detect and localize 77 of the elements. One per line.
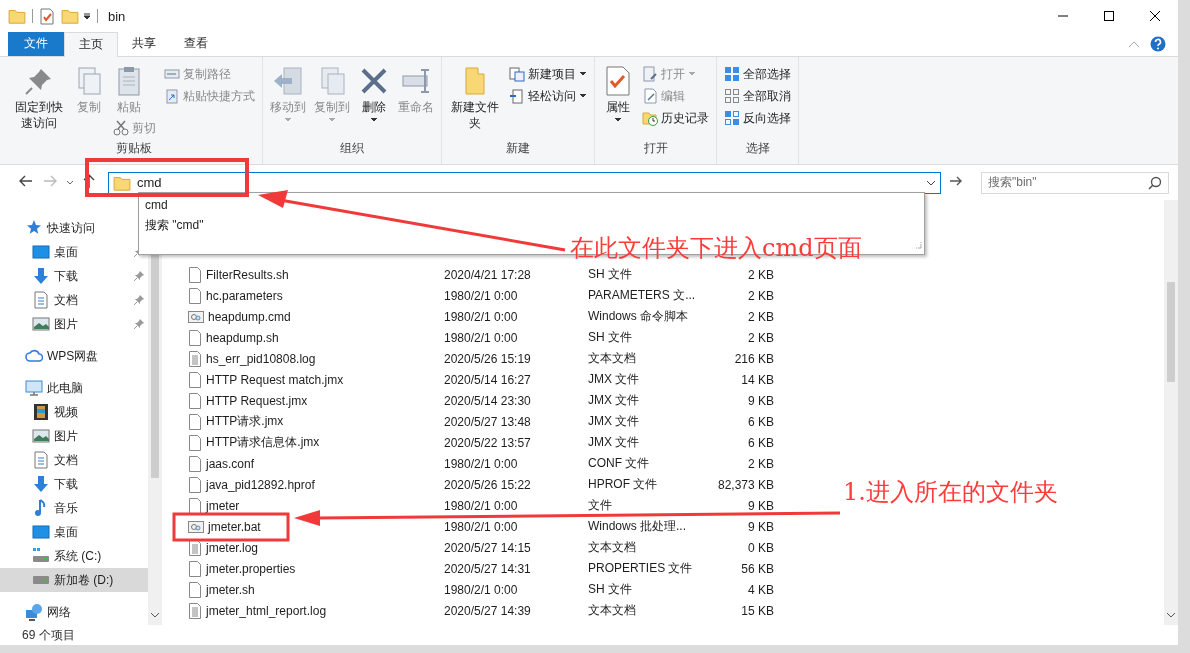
date-modified: 2020/5/27 13:48: [444, 414, 532, 429]
file-size: 2 KB: [747, 330, 774, 345]
file-size: 4 KB: [747, 582, 774, 597]
file-type: 文件: [588, 497, 613, 514]
file-size: 6 KB: [747, 414, 774, 429]
date-modified: 2020/5/27 14:31: [444, 561, 532, 576]
file-name: jmeter.properties: [206, 561, 296, 576]
file-name: FilterResults.sh: [206, 267, 289, 282]
file-name: hc.parameters: [206, 288, 283, 303]
date-modified: 2020/5/27 14:15: [444, 540, 532, 555]
file-type: 文本文档: [588, 350, 637, 367]
date-modified: 2020/5/14 23:30: [444, 393, 532, 408]
file-name: HTTP请求.jmx: [206, 413, 284, 430]
file-size: 216 KB: [733, 351, 774, 366]
date-modified: 1980/2/1 0:00: [444, 288, 519, 303]
group-label: 新建: [505, 140, 531, 157]
file-name: jaas.conf: [206, 456, 255, 471]
file-size: 0 KB: [747, 540, 774, 555]
date-modified: 2020/5/27 14:39: [444, 603, 532, 618]
date-modified: 1980/2/1 0:00: [444, 519, 519, 534]
group-label: 组织: [339, 140, 365, 157]
window-title: bin: [108, 8, 126, 24]
file-type: SH 文件: [588, 581, 633, 598]
file-size: 2 KB: [747, 456, 774, 471]
file-name: HTTP Request.jmx: [206, 393, 308, 408]
file-name: java_pid12892.hprof: [206, 477, 315, 492]
file-type: CONF 文件: [588, 455, 651, 472]
date-modified: 2020/5/22 13:57: [444, 435, 532, 450]
file-type: PARAMETERS 文...: [588, 287, 697, 304]
date-modified: 1980/2/1 0:00: [444, 582, 519, 597]
file-type: JMX 文件: [588, 392, 641, 409]
file-name: HTTP请求信息体.jmx: [206, 434, 320, 451]
file-type: SH 文件: [588, 329, 633, 346]
annotation-text: 1.进入所在的文件夹: [843, 478, 1058, 506]
file-size: 2 KB: [747, 309, 774, 324]
date-modified: 1980/2/1 0:00: [444, 330, 519, 345]
date-modified: 1980/2/1 0:00: [444, 498, 519, 513]
file-name: jmeter.sh: [206, 582, 255, 597]
date-modified: 1980/2/1 0:00: [444, 456, 519, 471]
file-type: JMX 文件: [588, 434, 641, 451]
file-name: jmeter: [206, 498, 240, 513]
file-size: 56 KB: [740, 561, 774, 576]
file-type: Windows 批处理...: [588, 518, 687, 535]
file-size: 2 KB: [747, 267, 774, 282]
file-type: 文本文档: [588, 539, 637, 556]
file-size: 14 KB: [740, 372, 774, 387]
group-label: 打开: [642, 140, 669, 157]
file-size: 6 KB: [747, 435, 774, 450]
file-size: 9 KB: [747, 393, 774, 408]
date-modified: 2020/4/21 17:28: [444, 267, 532, 282]
item-count: 69 个项目: [22, 626, 75, 644]
file-name: HTTP Request match.jmx: [206, 372, 344, 387]
date-modified: 2020/5/14 16:27: [444, 372, 532, 387]
group-label: 剪贴板: [115, 140, 153, 157]
file-type: 文本文档: [588, 602, 637, 619]
annotation-text: 在此文件夹下进入cmd页面: [570, 234, 862, 262]
file-type: HPROF 文件: [588, 476, 659, 493]
file-size: 2 KB: [747, 288, 774, 303]
file-type: JMX 文件: [588, 371, 641, 388]
file-type: PROPERTIES 文件: [588, 560, 694, 577]
file-name: hs_err_pid10808.log: [206, 351, 316, 366]
group-label: 选择: [744, 140, 771, 157]
file-size: 15 KB: [740, 603, 774, 618]
file-type: SH 文件: [588, 266, 633, 283]
date-modified: 2020/5/26 15:19: [444, 351, 532, 366]
date-modified: 1980/2/1 0:00: [444, 309, 519, 324]
file-type: JMX 文件: [588, 413, 641, 430]
file-name: heapdump.sh: [206, 330, 279, 345]
file-name: jmeter_html_report.log: [206, 603, 327, 618]
file-type: Windows 命令脚本: [588, 308, 689, 325]
date-modified: 2020/5/26 15:22: [444, 477, 532, 492]
file-size: 9 KB: [747, 498, 774, 513]
file-name: jmeter.log: [206, 540, 259, 555]
file-size: 9 KB: [747, 519, 774, 534]
file-name: heapdump.cmd: [208, 309, 291, 324]
file-size: 82,373 KB: [716, 477, 774, 492]
file-name: jmeter.bat: [208, 519, 261, 534]
